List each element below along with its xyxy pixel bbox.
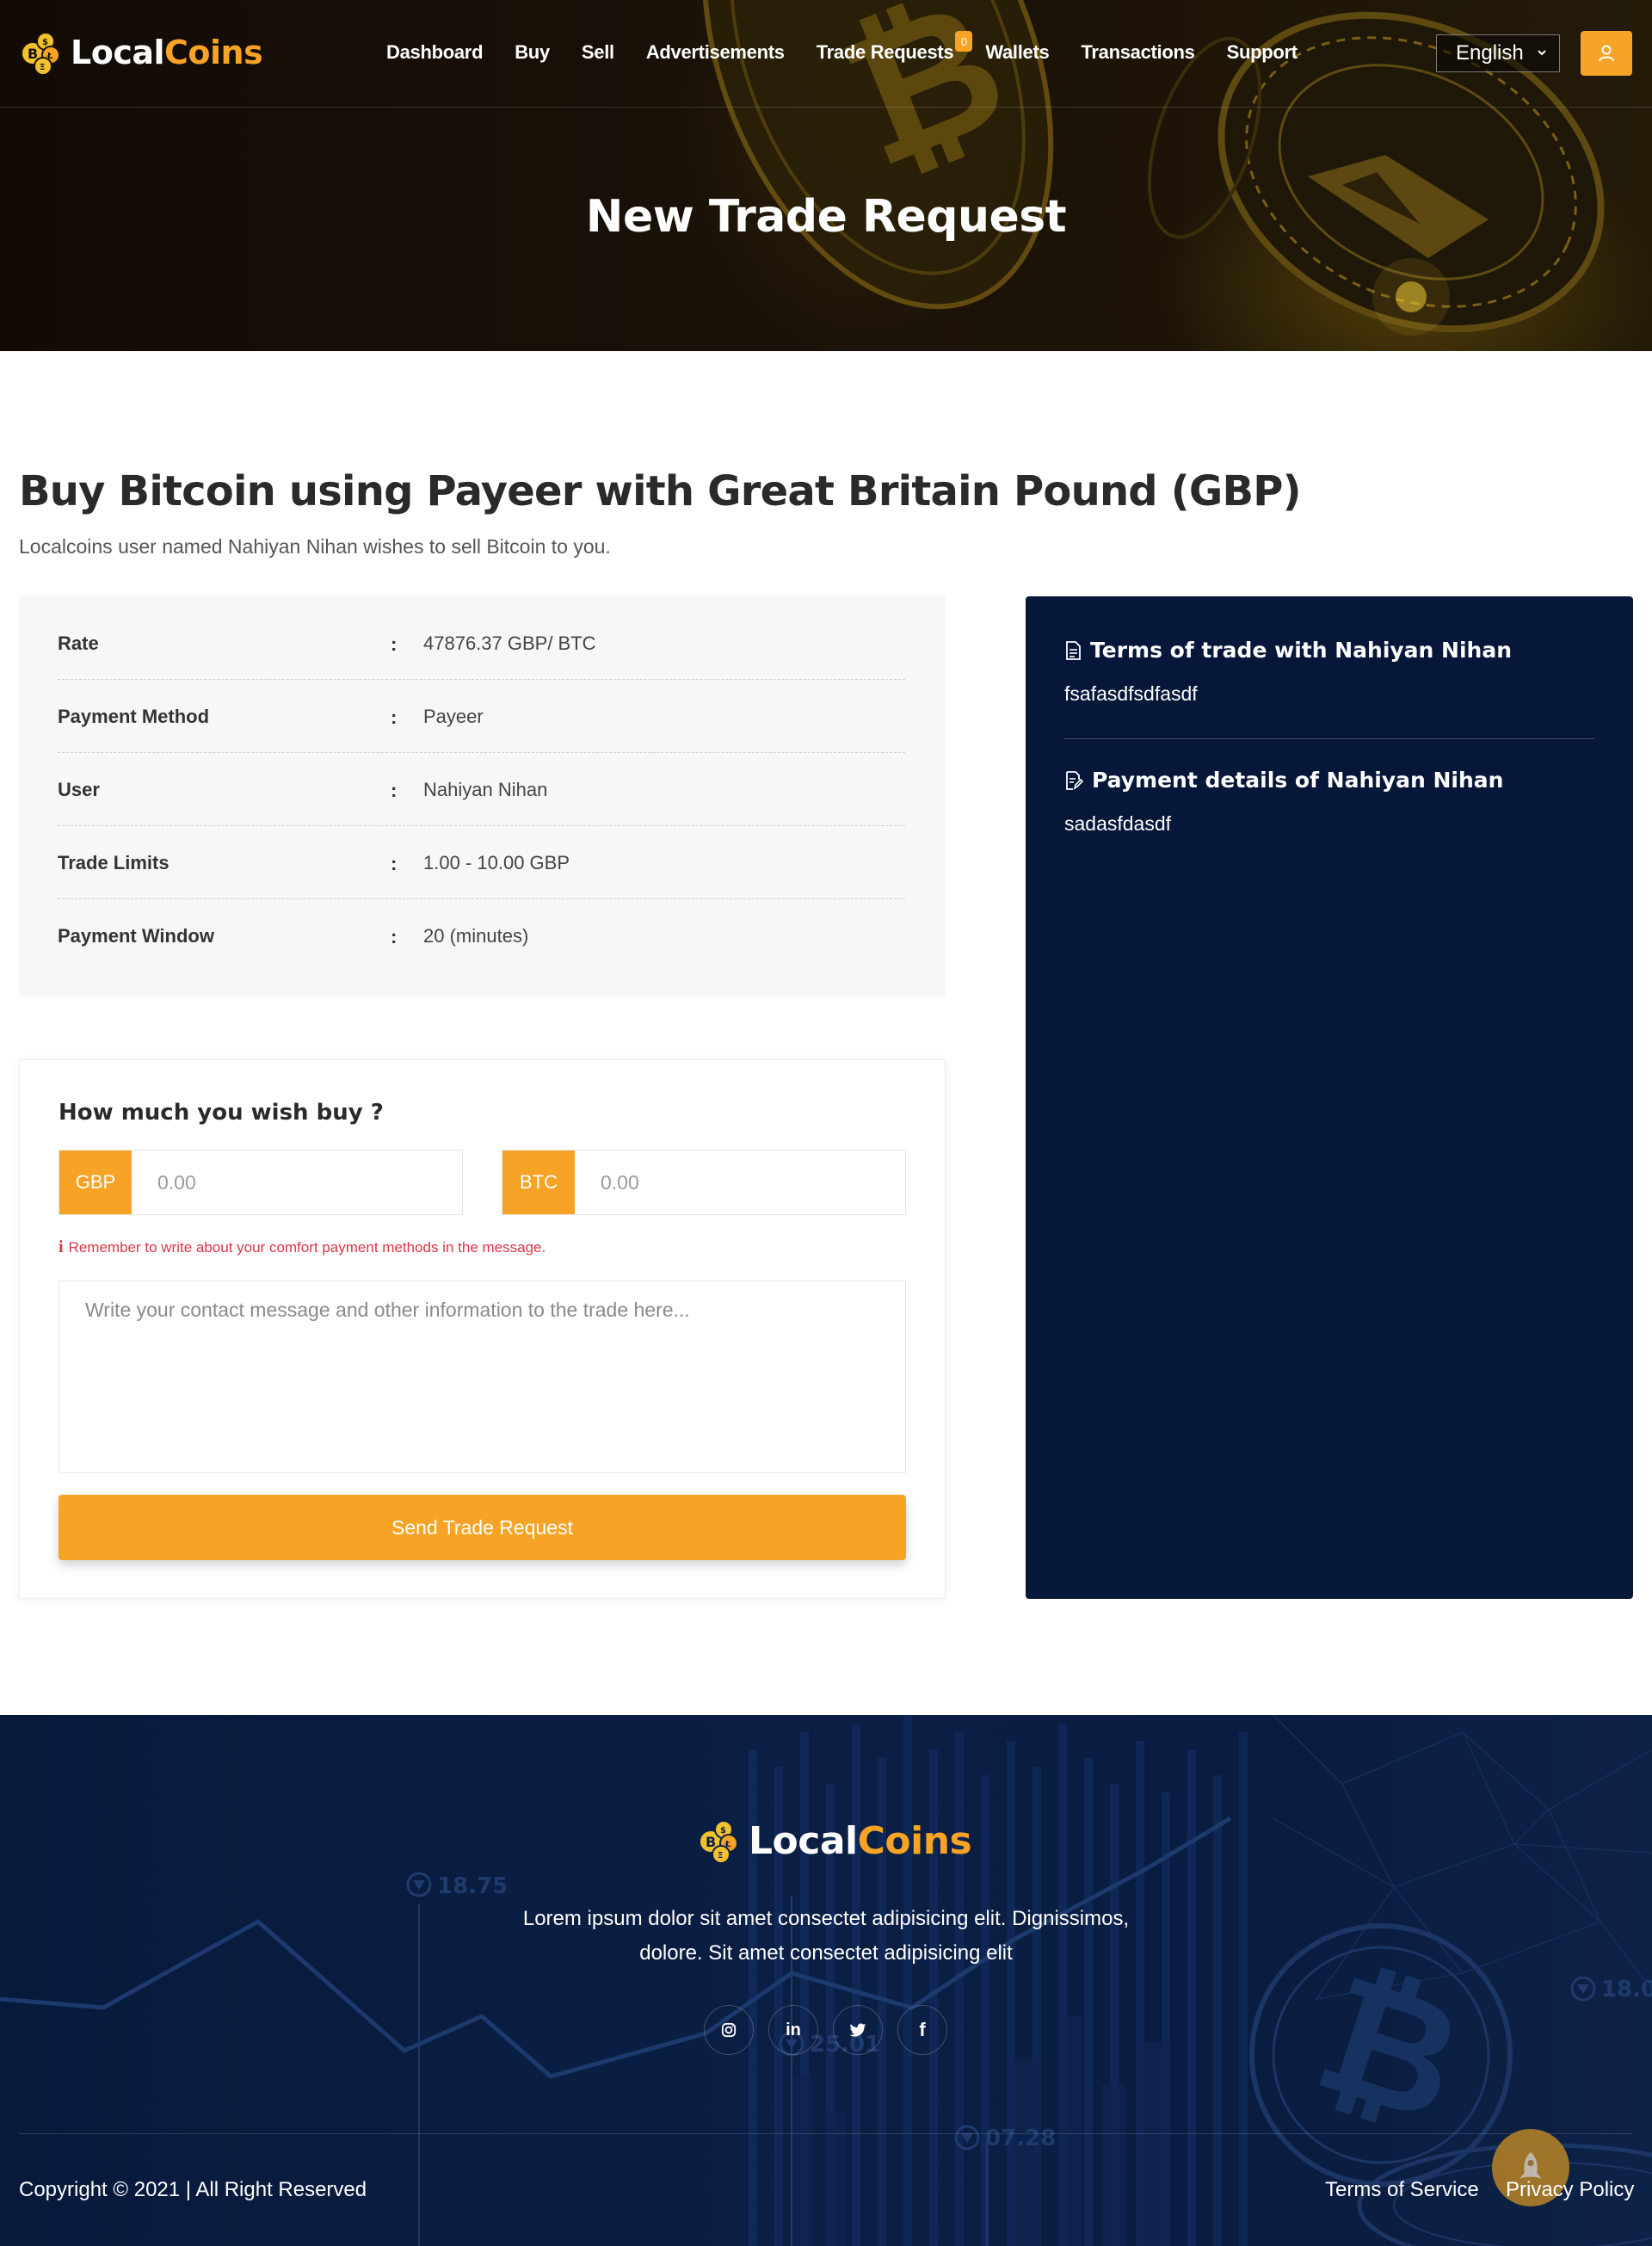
linkedin-icon: in [786,2020,801,2039]
payment-details-text: sadasfdasdf [1064,812,1172,835]
document-icon [1066,640,1081,660]
detail-row-payment-window: Payment Window : 20 (minutes) [58,899,905,972]
detail-value: 1.00 - 10.00 GBP [423,852,570,873]
detail-label: Trade Limits [58,852,170,873]
detail-label: User [58,779,100,800]
terms-heading: Terms of trade with Nahiyan Nihan [1064,638,1512,663]
terms-text: fsafasdfsdfasdf [1064,682,1198,705]
detail-row-payment-method: Payment Method : Payeer [58,680,905,753]
user-icon [1599,45,1614,62]
detail-label: Payment Window [58,925,214,947]
nav-dashboard[interactable]: Dashboard [386,41,484,64]
hero-banner: ₿ B $ Ł Ξ LocalCoins Dashboard Buy Sell … [0,0,1652,351]
coins-logo-icon: B $ Ł Ξ [699,1820,738,1864]
user-account-button[interactable] [1581,31,1632,76]
svg-text:Ł: Ł [724,1840,731,1849]
detail-value: 47876.37 GBP/ BTC [423,632,596,654]
privacy-policy-link[interactable]: Privacy Policy [1506,2178,1634,2202]
language-select-value: English [1456,41,1524,65]
footer-description-line-1: Lorem ipsum dolor sit amet consectet adi… [522,1907,1130,1930]
detail-row-user: User : Nahiyan Nihan [58,753,905,826]
btc-currency-label: BTC [502,1151,575,1214]
payment-reminder-note: i Remember to write about your comfort p… [59,1237,546,1257]
nav-trade-requests[interactable]: Trade Requests 0 [816,31,973,64]
trade-requests-count-badge: 0 [955,31,973,52]
svg-text:Ξ: Ξ [718,1851,723,1860]
market-chart-background: 18.75 25.01 07.28 18.07 ₿ [0,1715,1652,2246]
info-icon: i [59,1237,64,1256]
footer-logo[interactable]: B $ Ł Ξ LocalCoins [697,1817,972,1865]
send-trade-request-button[interactable]: Send Trade Request [59,1495,906,1560]
nav-advertisements[interactable]: Advertisements [646,41,785,64]
detail-separator: : [391,780,398,801]
trade-message-textarea[interactable] [59,1280,906,1473]
gbp-amount-group: GBP [59,1150,463,1215]
detail-row-rate: Rate : 47876.37 GBP/ BTC [58,607,905,680]
detail-separator: : [391,707,398,728]
nav-transactions[interactable]: Transactions [1081,41,1194,64]
detail-separator: : [391,926,398,947]
svg-text:₿: ₿ [1298,1937,1483,2159]
terms-of-service-link[interactable]: Terms of Service [1325,2178,1479,2202]
detail-separator: : [391,633,398,655]
detail-label: Rate [58,632,99,654]
gbp-currency-label: GBP [59,1151,132,1214]
linkedin-link[interactable]: in [768,2005,818,2055]
site-footer: 18.75 25.01 07.28 18.07 ₿ [0,1715,1652,2246]
svg-text:Ξ: Ξ [40,63,45,72]
footer-divider [19,2133,1633,2134]
nav-support[interactable]: Support [1227,41,1298,64]
trade-details-table: Rate : 47876.37 GBP/ BTC Payment Method … [19,595,946,997]
seller-info-panel: Terms of trade with Nahiyan Nihan fsafas… [1026,596,1633,1599]
trade-subheading: Localcoins user named Nahiyan Nihan wish… [19,535,611,558]
logo-text: LocalCoins [71,34,263,71]
language-select[interactable]: English [1436,34,1560,72]
panel-divider [1064,738,1594,739]
detail-value: Payeer [423,706,484,727]
detail-value: Nahiyan Nihan [423,779,548,800]
btc-amount-input[interactable] [575,1151,905,1214]
terms-title: Terms of trade with Nahiyan Nihan [1090,638,1513,663]
svg-text:$: $ [720,1826,726,1836]
facebook-link[interactable]: f [897,2005,947,2055]
payment-details-heading: Payment details of Nahiyan Nihan [1064,768,1503,793]
site-logo[interactable]: B $ Ł Ξ LocalCoins [19,28,263,77]
footer-description-line-2: dolore. Sit amet consectet adipisicing e… [639,1941,1013,1965]
instagram-link[interactable] [704,2005,754,2055]
chart-label-3: 07.28 [985,2126,1056,2151]
nav-trade-requests-label: Trade Requests [816,41,954,63]
footer-description: Lorem ipsum dolor sit amet consectet adi… [482,1902,1170,1971]
detail-value: 20 (minutes) [423,925,529,947]
document-edit-icon [1066,770,1083,790]
chevron-down-icon [1538,50,1546,56]
twitter-icon [849,2022,866,2037]
gbp-amount-input[interactable] [132,1151,462,1214]
detail-row-trade-limits: Trade Limits : 1.00 - 10.00 GBP [58,826,905,899]
coins-logo-icon: B $ Ł Ξ [21,32,60,76]
svg-text:$: $ [42,38,48,47]
nav-sell[interactable]: Sell [582,41,614,64]
nav-buy[interactable]: Buy [515,41,550,64]
payment-details-title: Payment details of Nahiyan Nihan [1092,768,1504,793]
nav-wallets[interactable]: Wallets [985,41,1049,64]
detail-separator: : [391,853,398,874]
svg-text:B: B [28,46,38,62]
svg-text:B: B [706,1834,716,1850]
btc-amount-group: BTC [502,1150,906,1215]
facebook-icon: f [919,2019,926,2040]
footer-logo-text: LocalCoins [749,1818,972,1863]
top-navbar: B $ Ł Ξ LocalCoins Dashboard Buy Sell Ad… [0,0,1652,108]
chart-label-1: 18.75 [437,1873,508,1899]
twitter-link[interactable] [833,2005,883,2055]
copyright-text: Copyright © 2021 | All Right Reserved [19,2178,367,2201]
page-title: New Trade Request [585,191,1067,243]
trade-heading: Buy Bitcoin using Payeer with Great Brit… [19,467,1302,515]
payment-reminder-text: Remember to write about your comfort pay… [68,1238,546,1256]
amount-question: How much you wish buy ? [59,1100,384,1126]
detail-label: Payment Method [58,706,210,727]
instagram-icon [721,2022,737,2038]
main-menu: Dashboard Buy Sell Advertisements Trade … [386,31,1329,64]
trade-request-form: How much you wish buy ? GBP BTC i Rememb… [19,1059,946,1599]
svg-text:Ł: Ł [46,52,53,61]
